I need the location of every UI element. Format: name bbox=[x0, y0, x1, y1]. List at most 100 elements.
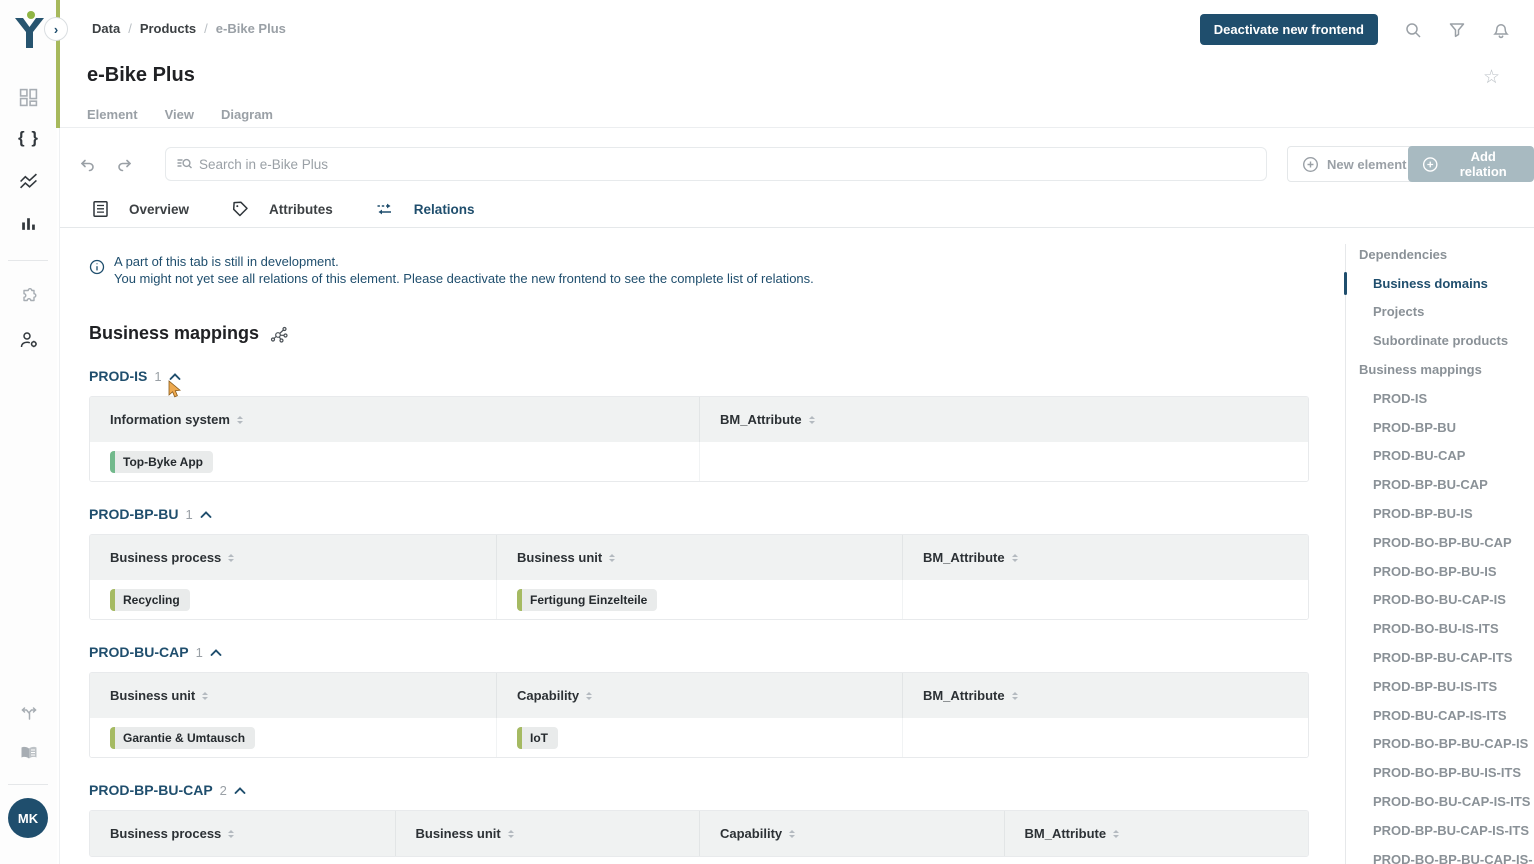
nav-item[interactable]: PROD-BP-BU-CAP-ITS bbox=[1344, 650, 1512, 665]
collapse-chevron-icon[interactable] bbox=[200, 510, 212, 519]
column-header[interactable]: Capability bbox=[699, 811, 1004, 856]
element-chip[interactable]: Fertigung Einzelteile bbox=[517, 589, 657, 611]
element-chip[interactable]: Recycling bbox=[110, 589, 190, 611]
table-prod-bp-bu: Business process Business unit BM_Attrib… bbox=[89, 534, 1309, 620]
column-header[interactable]: Capability bbox=[496, 673, 902, 718]
development-notice: A part of this tab is still in developme… bbox=[89, 253, 1344, 287]
search-input[interactable] bbox=[199, 157, 1256, 172]
breadcrumb-products[interactable]: Products bbox=[140, 21, 196, 36]
tab-relations[interactable]: Relations bbox=[365, 190, 507, 232]
sort-icon bbox=[507, 829, 515, 839]
nav-section-business-mappings: Business mappings bbox=[1344, 362, 1482, 377]
puzzle-icon[interactable] bbox=[0, 287, 57, 307]
active-indicator bbox=[1344, 272, 1347, 295]
overview-doc-icon bbox=[92, 200, 109, 218]
breadcrumb-data[interactable]: Data bbox=[92, 21, 120, 36]
nav-item[interactable]: PROD-BO-BU-IS-ITS bbox=[1344, 621, 1499, 636]
sidebar-divider bbox=[8, 260, 48, 261]
dashboard-icon[interactable] bbox=[0, 88, 57, 107]
tab-relations-label: Relations bbox=[414, 202, 475, 217]
nav-item[interactable]: PROD-BP-BU bbox=[1344, 420, 1456, 435]
app-logo-icon[interactable] bbox=[9, 8, 49, 52]
avatar-initials: MK bbox=[18, 811, 38, 826]
nav-item[interactable]: PROD-BO-BP-BU-CAP bbox=[1344, 535, 1512, 550]
column-header[interactable]: Business unit bbox=[90, 673, 496, 718]
bar-chart-icon[interactable] bbox=[0, 214, 57, 233]
tab-attributes[interactable]: Attributes bbox=[221, 190, 365, 232]
collapse-chevron-icon[interactable] bbox=[169, 372, 181, 381]
nav-item[interactable]: PROD-BU-CAP bbox=[1344, 448, 1465, 463]
nav-item[interactable]: PROD-BU-CAP-IS-ITS bbox=[1344, 708, 1507, 723]
code-braces-icon[interactable]: { } bbox=[0, 128, 57, 148]
section-link[interactable]: PROD-BP-BU-CAP bbox=[89, 782, 213, 798]
column-header[interactable]: Business unit bbox=[395, 811, 700, 856]
add-relation-button[interactable]: Add relation bbox=[1408, 146, 1534, 182]
column-header[interactable]: Business unit bbox=[496, 535, 902, 580]
element-chip[interactable]: IoT bbox=[517, 727, 558, 749]
search-icon[interactable] bbox=[1404, 21, 1422, 39]
column-header[interactable]: BM_Attribute bbox=[902, 673, 1308, 718]
nav-item[interactable]: PROD-BO-BP-BU-CAP-IS bbox=[1344, 736, 1528, 751]
menu-diagram[interactable]: Diagram bbox=[221, 107, 273, 122]
collapse-chevron-icon[interactable] bbox=[234, 786, 246, 795]
breadcrumb: Data / Products / e-Bike Plus bbox=[92, 21, 286, 36]
nav-item[interactable]: PROD-BP-BU-IS bbox=[1344, 506, 1473, 521]
sort-icon bbox=[788, 829, 796, 839]
table-prod-bu-cap: Business unit Capability BM_Attribute Ga… bbox=[89, 672, 1309, 758]
nav-item-projects[interactable]: Projects bbox=[1344, 304, 1424, 319]
nav-item-subordinate-products[interactable]: Subordinate products bbox=[1344, 333, 1508, 348]
search-in-element-icon bbox=[176, 156, 193, 173]
column-header[interactable]: Business process bbox=[90, 535, 496, 580]
nav-item[interactable]: PROD-IS bbox=[1344, 391, 1427, 406]
undo-icon[interactable] bbox=[78, 156, 96, 174]
redo-icon[interactable] bbox=[116, 156, 134, 174]
anchor-nav: Dependencies Business domains Projects S… bbox=[1344, 240, 1534, 864]
column-header[interactable]: BM_Attribute bbox=[699, 397, 1308, 442]
table-prod-is: Information system BM_Attribute Top-Byke… bbox=[89, 396, 1309, 482]
nav-item-business-domains[interactable]: Business domains bbox=[1344, 276, 1488, 291]
tab-overview[interactable]: Overview bbox=[82, 190, 221, 232]
split-icon[interactable] bbox=[0, 704, 57, 724]
business-mappings-heading: Business mappings bbox=[89, 323, 259, 344]
section-link[interactable]: PROD-BP-BU bbox=[89, 506, 178, 522]
breadcrumb-current: e-Bike Plus bbox=[216, 21, 286, 36]
new-element-button[interactable]: New element bbox=[1287, 146, 1421, 182]
element-chip[interactable]: Garantie & Umtausch bbox=[110, 727, 255, 749]
menu-view[interactable]: View bbox=[165, 107, 194, 122]
deactivate-frontend-button[interactable]: Deactivate new frontend bbox=[1200, 14, 1378, 45]
plus-circle-icon bbox=[1302, 156, 1319, 173]
section-header-prod-bp-bu: PROD-BP-BU 1 bbox=[89, 506, 1344, 522]
chip-color-bar bbox=[110, 727, 115, 749]
column-header[interactable]: Business process bbox=[90, 811, 395, 856]
section-link[interactable]: PROD-BU-CAP bbox=[89, 644, 189, 660]
nav-item[interactable]: PROD-BP-BU-CAP bbox=[1344, 477, 1488, 492]
tab-bar: Overview Attributes bbox=[82, 190, 507, 232]
nav-item[interactable]: PROD-BO-BU-CAP-IS-ITS bbox=[1344, 794, 1530, 809]
sidebar-expand-button[interactable]: › bbox=[44, 17, 68, 41]
element-chip[interactable]: Top-Byke App bbox=[110, 451, 213, 473]
section-link[interactable]: PROD-IS bbox=[89, 368, 147, 384]
nav-item[interactable]: PROD-BP-BU-IS-ITS bbox=[1344, 679, 1497, 694]
bell-icon[interactable] bbox=[1492, 21, 1510, 39]
library-icon[interactable] bbox=[0, 743, 57, 763]
reports-icon[interactable] bbox=[0, 172, 57, 191]
chip-color-bar bbox=[110, 451, 115, 473]
column-header[interactable]: BM_Attribute bbox=[902, 535, 1308, 580]
menu-element[interactable]: Element bbox=[87, 107, 138, 122]
favorite-star-icon[interactable]: ☆ bbox=[1483, 66, 1500, 89]
sort-icon bbox=[236, 415, 244, 425]
user-avatar[interactable]: MK bbox=[8, 798, 48, 838]
molecule-graph-icon[interactable] bbox=[269, 324, 289, 344]
user-admin-icon[interactable] bbox=[0, 330, 57, 350]
info-icon bbox=[89, 259, 105, 275]
collapse-chevron-icon[interactable] bbox=[210, 648, 222, 657]
nav-item[interactable]: PROD-BO-BP-BU-IS bbox=[1344, 564, 1497, 579]
column-header[interactable]: BM_Attribute bbox=[1004, 811, 1309, 856]
nav-item[interactable]: PROD-BO-BU-CAP-IS bbox=[1344, 592, 1506, 607]
nav-item[interactable]: PROD-BO-BP-BU-CAP-IS- bbox=[1344, 852, 1533, 864]
section-count: 1 bbox=[185, 507, 192, 522]
column-header[interactable]: Information system bbox=[90, 397, 699, 442]
nav-item[interactable]: PROD-BO-BP-BU-IS-ITS bbox=[1344, 765, 1521, 780]
nav-item[interactable]: PROD-BP-BU-CAP-IS-ITS bbox=[1344, 823, 1529, 838]
filter-icon[interactable] bbox=[1448, 21, 1466, 39]
